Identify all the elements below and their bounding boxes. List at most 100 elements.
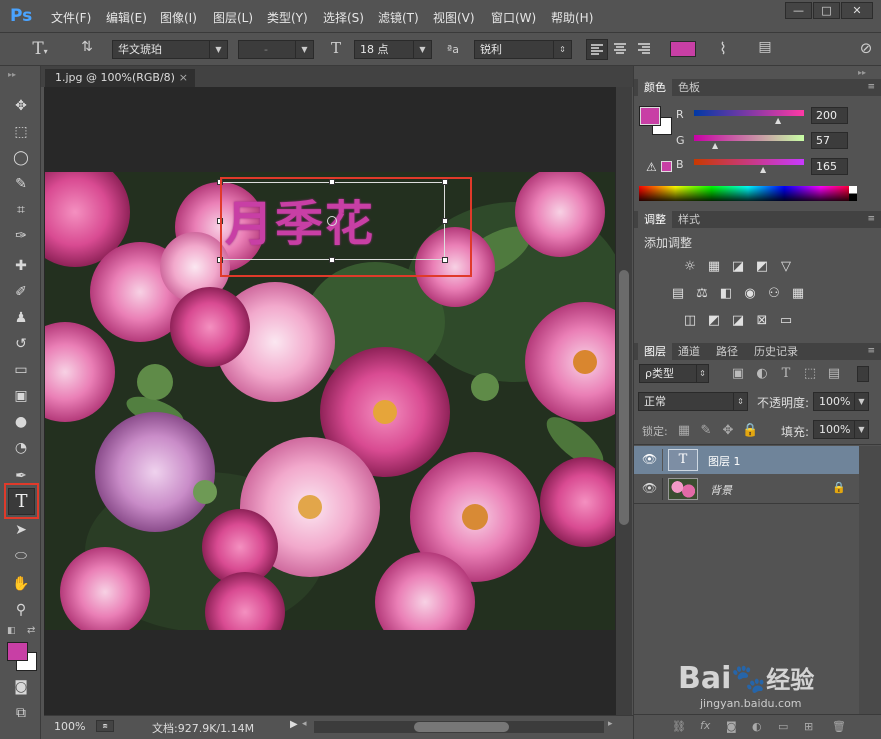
channel-b-input[interactable]: 165 [811,158,848,175]
filter-shape-icon[interactable]: ⬚ [802,367,818,381]
spectrum-black-white[interactable] [849,186,857,201]
filter-pixel-icon[interactable]: ▣ [730,367,746,381]
fill-input[interactable]: 100% ▼ [813,420,869,439]
history-brush-tool-icon[interactable]: ↺ [10,333,32,355]
ellipse-tool-icon[interactable]: ⬭ [10,545,32,567]
eraser-tool-icon[interactable]: ▭ [10,359,32,381]
zoom-level[interactable]: 100% [54,720,85,733]
menu-help[interactable]: 帮助(H) [551,9,593,26]
close-button[interactable]: ✕ [841,2,873,19]
tab-color[interactable]: 颜色 [638,79,672,96]
quick-selection-tool-icon[interactable]: ✎ [10,173,32,195]
type-tool-preset-icon[interactable]: T▾ [26,39,54,61]
tab-channels[interactable]: 通道 [672,343,706,360]
panel-menu-icon[interactable]: ≡ [867,346,875,356]
black-white-icon[interactable]: ◧ [718,287,734,301]
menu-type[interactable]: 类型(Y) [267,9,308,26]
filter-adjustment-icon[interactable]: ◐ [754,367,770,381]
minimize-button[interactable]: — [785,2,812,19]
channel-g-slider[interactable] [694,135,804,141]
align-left-button[interactable] [586,39,608,60]
new-layer-icon[interactable]: ⊞ [804,720,813,733]
add-mask-icon[interactable]: ◙ [726,720,737,733]
lock-all-icon[interactable]: 🔒 [742,424,758,438]
filter-smart-object-icon[interactable]: ▤ [826,367,842,381]
status-menu-arrow-icon[interactable]: ▶ [290,719,298,730]
color-spectrum-bar[interactable] [639,186,857,201]
channel-mixer-icon[interactable]: ⚇ [766,287,782,301]
slider-thumb-icon[interactable]: ▲ [760,165,766,174]
invert-icon[interactable]: ◫ [682,314,698,328]
path-selection-tool-icon[interactable]: ➤ [10,519,32,541]
tab-paths[interactable]: 路径 [710,343,744,360]
lasso-tool-icon[interactable]: ◯ [10,147,32,169]
brush-tool-icon[interactable]: ✐ [10,281,32,303]
scroll-left-icon[interactable]: ◂ [302,719,307,729]
color-balance-icon[interactable]: ⚖ [694,287,710,301]
curves-icon[interactable]: ◪ [730,260,746,274]
lock-image-icon[interactable]: ✎ [698,424,714,438]
selective-color-icon[interactable]: ⊠ [754,314,770,328]
cancel-icon[interactable]: ⊘ [856,39,876,61]
crop-tool-icon[interactable]: ⌗ [10,199,32,221]
visibility-eye-icon[interactable]: 👁 [642,481,657,495]
menu-window[interactable]: 窗口(W) [491,9,536,26]
hand-tool-icon[interactable]: ✋ [10,573,32,595]
exposure-icon[interactable]: ◩ [754,260,770,274]
menu-image[interactable]: 图像(I) [160,9,197,26]
gamut-color-swatch[interactable] [661,161,672,172]
font-family-select[interactable]: 华文琥珀 ▼ [112,40,228,59]
opacity-input[interactable]: 100% ▼ [813,392,869,411]
align-center-button[interactable] [610,39,632,60]
default-colors-icon[interactable]: ◧ [7,626,16,636]
swap-colors-icon[interactable]: ⇄ [27,625,35,636]
horizontal-scrollbar[interactable] [314,721,604,733]
visibility-eye-icon[interactable]: 👁 [642,452,657,466]
channel-r-input[interactable]: 200 [811,107,848,124]
font-size-select[interactable]: 18 点 ▼ [354,40,432,59]
character-panel-icon[interactable]: ▤ [754,39,776,61]
maximize-button[interactable]: □ [813,2,840,19]
menu-file[interactable]: 文件(F) [51,9,91,26]
screen-mode-icon[interactable]: ⧉ [10,702,32,724]
panel-menu-icon[interactable]: ≡ [867,214,875,224]
antialias-select[interactable]: 锐利 ⇕ [474,40,572,59]
delete-layer-icon[interactable]: 🗑 [832,720,846,733]
font-style-select[interactable]: - ▼ [238,40,314,59]
quick-mask-icon[interactable]: ◙ [10,676,32,698]
layer-style-icon[interactable]: fx [700,719,710,732]
panel-menu-icon[interactable]: ≡ [867,82,875,92]
layers-scrollbar[interactable] [859,446,881,714]
new-group-icon[interactable]: ▭ [778,720,788,733]
link-layers-icon[interactable]: ⛓ [672,720,686,733]
photo-filter-icon[interactable]: ◉ [742,287,758,301]
slider-thumb-icon[interactable]: ▲ [712,141,718,150]
layer-row-text[interactable]: 👁 T 图层 1 [634,446,859,474]
threshold-icon[interactable]: ◪ [730,314,746,328]
vibrance-icon[interactable]: ▽ [778,260,794,274]
panel-collapse-icon[interactable]: ▸▸ [858,68,866,77]
healing-brush-tool-icon[interactable]: ✚ [10,255,32,277]
menu-filter[interactable]: 滤镜(T) [378,9,419,26]
menu-select[interactable]: 选择(S) [323,9,364,26]
dodge-tool-icon[interactable]: ◔ [10,437,32,459]
color-panel-fg-swatch[interactable] [639,106,661,126]
channel-b-slider[interactable] [694,159,804,165]
filter-toggle[interactable] [857,366,869,382]
menu-layer[interactable]: 图层(L) [213,9,253,26]
document-tab[interactable]: 1.jpg @ 100%(RGB/8) × [45,69,195,87]
warp-text-icon[interactable]: ⌇ [712,39,734,61]
tab-styles[interactable]: 样式 [672,211,706,228]
blur-tool-icon[interactable]: ● [10,411,32,433]
foreground-color-swatch[interactable] [7,642,28,661]
tab-layers[interactable]: 图层 [638,343,672,360]
horizontal-scrollbar-thumb[interactable] [414,722,509,732]
out-of-gamut-warning-icon[interactable]: ⚠ [646,160,657,174]
hue-saturation-icon[interactable]: ▤ [670,287,686,301]
vertical-scrollbar-thumb[interactable] [619,270,629,525]
gradient-map-icon[interactable]: ▭ [778,314,794,328]
align-right-button[interactable] [634,39,656,60]
slider-thumb-icon[interactable]: ▲ [775,116,781,125]
lock-transparent-icon[interactable]: ▦ [676,424,692,438]
eyedropper-tool-icon[interactable]: ✑ [10,225,32,247]
